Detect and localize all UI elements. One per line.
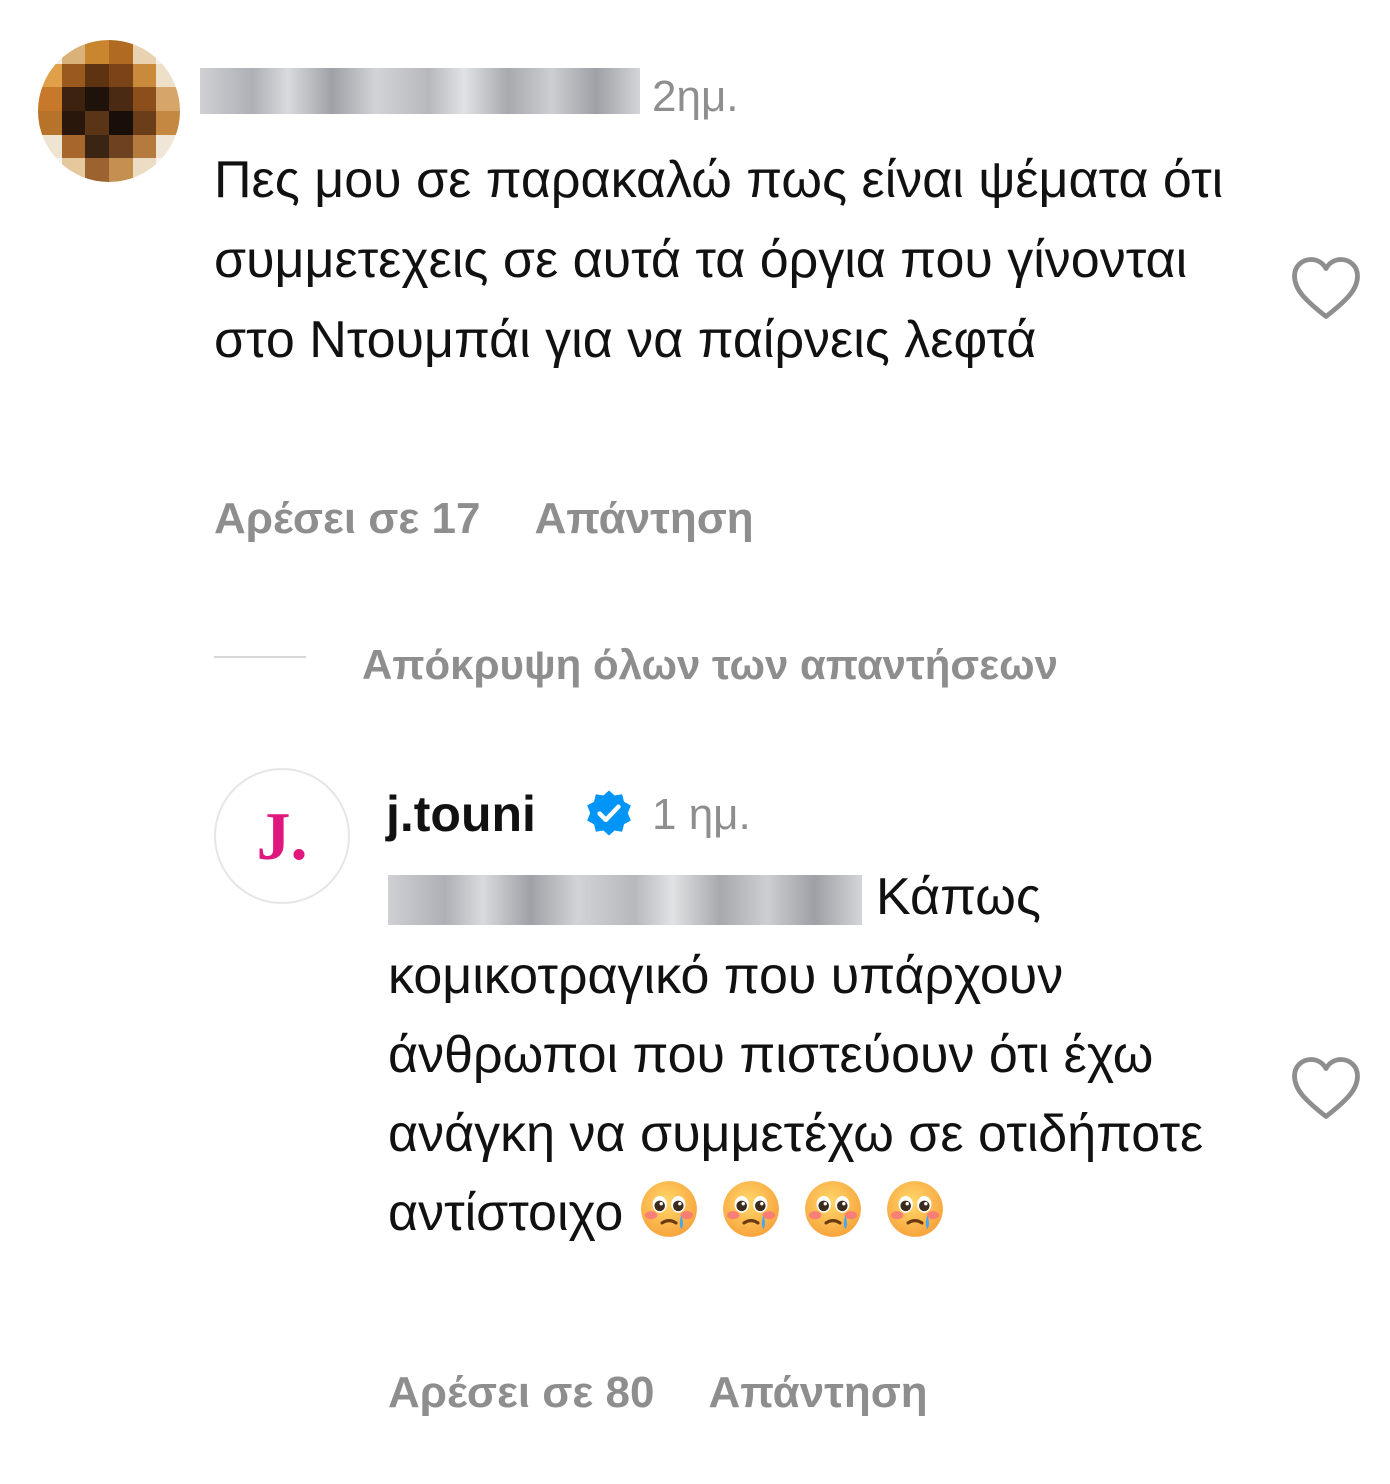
- comment-reply-button[interactable]: Απάντηση: [534, 494, 753, 543]
- face-holding-back-tears-emoji-1: [638, 1178, 700, 1240]
- reply-emojis: [638, 1181, 966, 1242]
- comment-actions: Αρέσει σε 17 Απάντηση: [214, 492, 754, 546]
- heart-outline-icon[interactable]: [1290, 255, 1362, 326]
- reply-likes-count[interactable]: Αρέσει σε 80: [388, 1368, 654, 1417]
- replies-divider: [214, 656, 306, 658]
- comment-text: Πες μου σε παρακαλώ πως είναι ψέματα ότι…: [214, 151, 1224, 369]
- commenter-username-blurred[interactable]: [200, 68, 640, 114]
- reply-text-block: Κάπως κομικοτραγικό που υπάρχουν άνθρωπο…: [388, 858, 1268, 1253]
- commenter-avatar[interactable]: [38, 40, 180, 182]
- reply-timestamp: 1 ημ.: [652, 790, 751, 839]
- reply-author-username[interactable]: j.touni: [386, 786, 536, 842]
- face-holding-back-tears-emoji-3: [802, 1178, 864, 1240]
- reply-author-avatar[interactable]: J.: [214, 768, 350, 904]
- reply-actions: Αρέσει σε 80 Απάντηση: [388, 1366, 928, 1420]
- heart-outline-icon[interactable]: [1290, 1055, 1362, 1126]
- comment-likes-count[interactable]: Αρέσει σε 17: [214, 494, 480, 543]
- face-holding-back-tears-emoji-4: [884, 1178, 946, 1240]
- reply-reply-button[interactable]: Απάντηση: [708, 1368, 927, 1417]
- comment-timestamp: 2ημ.: [652, 72, 739, 121]
- hide-replies-button[interactable]: Απόκρυψη όλων των απαντήσεων: [362, 638, 1058, 692]
- verified-badge-icon: [584, 788, 634, 843]
- face-holding-back-tears-emoji-2: [720, 1178, 782, 1240]
- mentioned-username-blurred[interactable]: [388, 875, 862, 926]
- reply-avatar-logo: J.: [256, 798, 308, 874]
